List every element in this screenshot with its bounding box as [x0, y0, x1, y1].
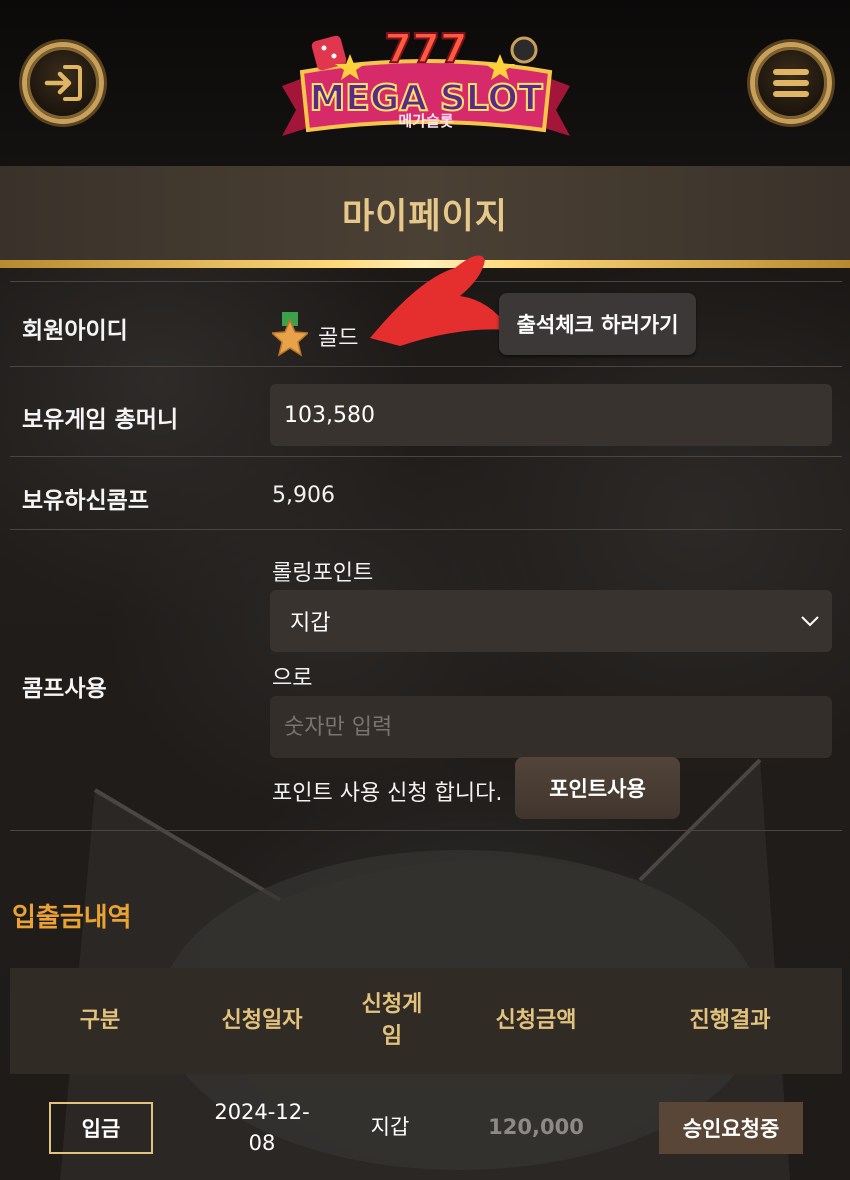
- login-button[interactable]: [22, 42, 104, 124]
- table-divider: [10, 830, 842, 831]
- point-request-text: 포인트 사용 신청 합니다.: [272, 781, 503, 806]
- to-label: 으로: [272, 666, 313, 691]
- point-amount-field[interactable]: [270, 696, 832, 758]
- point-amount-input[interactable]: [284, 714, 832, 740]
- table-divider: [10, 529, 842, 530]
- wallet-select[interactable]: 지갑: [270, 590, 832, 652]
- comp-label: 보유하신콤프: [22, 488, 149, 514]
- comp-use-label: 콤프사용: [22, 676, 107, 702]
- member-level: 골드: [318, 326, 359, 351]
- total-money-label: 보유게임 총머니: [22, 407, 179, 433]
- attendance-check-button[interactable]: 출석체크 하러가기: [499, 293, 696, 355]
- column-header: 구분: [79, 1008, 121, 1034]
- logo-subtext: 메가슬롯: [398, 112, 454, 130]
- svg-text:777: 777: [384, 26, 468, 72]
- site-header: 777 MEGA SLOT 메가슬롯: [0, 0, 850, 166]
- redaction-mark: [370, 255, 510, 346]
- chevron-down-icon: [801, 616, 819, 627]
- hamburger-menu-icon: [773, 69, 809, 97]
- login-arrow-icon: [44, 65, 82, 101]
- status-badge: 승인요청중: [659, 1102, 803, 1154]
- total-money-field: 103,580: [270, 384, 832, 446]
- site-logo[interactable]: 777 MEGA SLOT 메가슬롯: [278, 14, 574, 154]
- use-point-button[interactable]: 포인트사용: [515, 757, 680, 819]
- column-header: 신청일자: [221, 1008, 303, 1034]
- member-id-label: 회원아이디: [22, 318, 128, 344]
- total-money-value: 103,580: [284, 402, 375, 428]
- history-table-header: 구분 신청일자 신청게 임 신청금액 진행결과: [10, 968, 842, 1074]
- column-header: 진행결과: [689, 1008, 771, 1034]
- page-title: 마이페이지: [341, 196, 508, 237]
- wallet-select-value: 지갑: [290, 611, 331, 636]
- request-amount: 120,000: [488, 1115, 584, 1140]
- menu-button[interactable]: [750, 42, 832, 124]
- table-divider: [10, 366, 842, 367]
- star-medal-icon: [272, 312, 308, 357]
- column-header: 신청게 임: [361, 992, 423, 1049]
- history-section-title: 입출금내역: [12, 903, 132, 933]
- rolling-point-label: 롤링포인트: [272, 561, 374, 586]
- column-header: 신청금액: [495, 1008, 577, 1034]
- table-divider: [10, 456, 842, 457]
- request-date: 2024-12- 08: [214, 1099, 310, 1156]
- request-game: 지갑: [370, 1115, 410, 1140]
- comp-value: 5,906: [272, 483, 335, 508]
- deposit-type-badge: 입금: [49, 1102, 153, 1154]
